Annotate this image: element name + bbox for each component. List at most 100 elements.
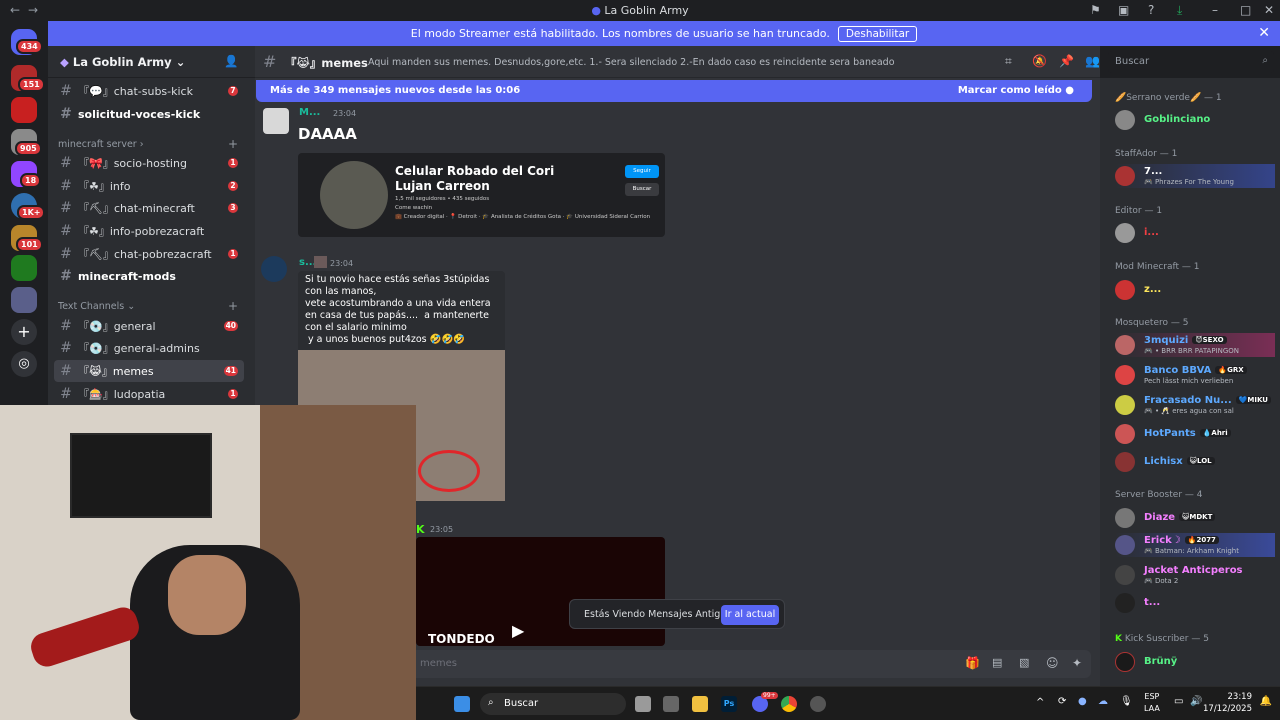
- volume-icon[interactable]: 🔊: [1190, 696, 1202, 707]
- category-minecraft-server[interactable]: minecraft server › +: [58, 137, 238, 151]
- download-icon[interactable]: ⤓: [1177, 3, 1182, 18]
- server-tag: 😺MDKT: [1179, 513, 1216, 521]
- role-header: StaffAdor — 1: [1115, 149, 1178, 159]
- gift-icon[interactable]: 🎁: [965, 656, 980, 670]
- maximize-icon[interactable]: □: [1240, 3, 1251, 17]
- help-icon[interactable]: ?: [1148, 3, 1154, 17]
- author-name[interactable]: M...: [299, 107, 320, 118]
- add-server-icon[interactable]: +: [11, 319, 37, 345]
- image-attachment[interactable]: Celular Robado del Cori Lujan Carreon 1,…: [298, 153, 665, 237]
- avatar: [1115, 223, 1135, 243]
- pin-icon[interactable]: 📌: [1059, 54, 1074, 68]
- timestamp: 23:04: [330, 259, 354, 268]
- onedrive-icon[interactable]: ☁: [1098, 696, 1108, 707]
- gif-icon[interactable]: ▤: [992, 656, 1002, 669]
- category-text-channels[interactable]: Text Channels ⌄ +: [58, 299, 238, 313]
- add-channel-icon[interactable]: +: [228, 137, 238, 151]
- mute-bell-icon[interactable]: 🔕: [1032, 54, 1047, 68]
- hash-icon: #: [60, 318, 72, 334]
- member-row[interactable]: Goblinciano: [1115, 108, 1275, 132]
- channel-memes[interactable]: # 『😹』memes 41: [54, 360, 244, 382]
- taskbar-search[interactable]: ⌕ Buscar: [480, 693, 626, 715]
- server-boost-icon: ◆: [60, 55, 69, 69]
- new-messages-bar[interactable]: Más de 349 mensajes nuevos desde las 0:0…: [256, 80, 1092, 102]
- channel-chat-subs-kick[interactable]: # 『💬』chat-subs-kick 7: [54, 80, 244, 102]
- channel-topic[interactable]: Aqui manden sus memes. Desnudos,gore,etc…: [368, 57, 895, 68]
- microphone-icon[interactable]: 🎙: [1120, 696, 1133, 707]
- quick-switch-icon[interactable]: ▣: [1118, 3, 1129, 17]
- kick-icon: K: [1115, 634, 1122, 644]
- task-view-icon[interactable]: [635, 696, 651, 712]
- member-row[interactable]: Brünÿ: [1115, 650, 1275, 674]
- photoshop-icon[interactable]: Ps: [721, 696, 737, 712]
- member-row[interactable]: Lichisx 😺LOL: [1115, 450, 1275, 474]
- channel-general[interactable]: # 『💿』general 40: [54, 315, 244, 337]
- emoji-icon[interactable]: ☺: [1046, 656, 1059, 670]
- member-list-icon[interactable]: 👥: [1085, 54, 1100, 68]
- channel-solicitud-voces-kick[interactable]: # solicitud-voces-kick: [54, 103, 244, 125]
- member-row[interactable]: Fracasado Nu... 💙MIKU 🎮 • 🥂 eres agua con …: [1115, 393, 1275, 417]
- member-row[interactable]: i...: [1115, 221, 1275, 245]
- sticker-icon[interactable]: ▧: [1019, 656, 1029, 669]
- tray-app-icon[interactable]: ●: [1078, 696, 1087, 707]
- tray-chevron-icon[interactable]: ^: [1036, 697, 1044, 708]
- server-badge: 1K+: [17, 205, 46, 220]
- avatar: [1115, 110, 1135, 130]
- member-name: Fracasado Nu... 💙MIKU: [1144, 395, 1271, 406]
- member-row[interactable]: Diaze 😺MDKT: [1115, 506, 1275, 530]
- app-icon[interactable]: [663, 696, 679, 712]
- close-window-icon[interactable]: ✕: [1264, 3, 1274, 17]
- play-icon[interactable]: ▶: [512, 621, 524, 640]
- server-header[interactable]: ◆ La Goblin Army ⌄ 👤: [48, 46, 255, 78]
- clock[interactable]: 23:19 17/12/2025: [1203, 691, 1252, 715]
- mark-as-read-button[interactable]: Marcar como leído ●: [958, 85, 1074, 96]
- member-row[interactable]: 7... 🎮 Phrazes For The Young: [1115, 164, 1275, 188]
- taskbar-search-label: Buscar: [504, 698, 539, 709]
- language-indicator[interactable]: ESP LAA: [1144, 691, 1160, 715]
- search-input[interactable]: Buscar ⌕: [1108, 51, 1274, 73]
- disable-streamer-button[interactable]: Deshabilitar: [837, 25, 918, 42]
- member-row[interactable]: 3mquizi 😈SEXO 🎮 • BRR BRR PATAPINGON: [1115, 333, 1275, 357]
- file-explorer-icon[interactable]: [692, 696, 708, 712]
- threads-icon[interactable]: ⌗: [1005, 54, 1012, 69]
- server-icon[interactable]: [11, 255, 37, 281]
- network-icon[interactable]: ▭: [1174, 696, 1183, 707]
- member-row[interactable]: t...: [1115, 591, 1275, 615]
- channel-ludopatia[interactable]: # 『🎰』ludopatia 1: [54, 383, 244, 405]
- chrome-icon[interactable]: [781, 696, 797, 712]
- app-icon[interactable]: [810, 696, 826, 712]
- follow-button: Seguir: [625, 165, 659, 178]
- member-row[interactable]: Banco BBVA 🔥GRX Pech lässt mich verlieben: [1115, 363, 1275, 387]
- avatar[interactable]: [261, 256, 287, 282]
- member-row[interactable]: z...: [1115, 278, 1275, 302]
- channel-chat-minecraft[interactable]: # 『⛏』chat-minecraft 3: [54, 197, 244, 219]
- notifications-icon[interactable]: 🔔: [1260, 696, 1272, 707]
- windows-start-icon[interactable]: [454, 696, 470, 712]
- server-icon[interactable]: [11, 287, 37, 313]
- minimize-icon[interactable]: –: [1212, 3, 1218, 17]
- channel-general-admins[interactable]: # 『💿』general-admins: [54, 337, 244, 359]
- tray-app-icon[interactable]: ⟳: [1058, 696, 1066, 707]
- inbox-icon[interactable]: ⚑: [1090, 3, 1101, 17]
- channel-chat-pobrezacraft[interactable]: # 『⛏』chat-pobrezacraft 1: [54, 243, 244, 265]
- channel-minecraft-mods[interactable]: # minecraft-mods: [54, 265, 244, 287]
- unread-badge: 1: [228, 249, 238, 259]
- discover-icon[interactable]: ◎: [11, 351, 37, 377]
- hash-icon: #: [60, 106, 72, 122]
- add-channel-icon[interactable]: +: [228, 299, 238, 313]
- video-attachment[interactable]: TONDEDO ▶: [416, 537, 665, 646]
- close-banner-icon[interactable]: ✕: [1258, 25, 1270, 41]
- avatar: [1115, 424, 1135, 444]
- avatar: [1115, 335, 1135, 355]
- jump-to-present-button[interactable]: Ir al actual: [721, 605, 779, 625]
- member-row[interactable]: HotPants 💧Ahri: [1115, 422, 1275, 446]
- channel-info[interactable]: # 『☘』info 2: [54, 175, 244, 197]
- member-row[interactable]: Jacket Anticperos 🎮 Dota 2: [1115, 563, 1275, 587]
- member-row[interactable]: Erick☽ 🔥2077 🎮 Batman: Arkham Knight: [1115, 533, 1275, 557]
- apps-icon[interactable]: ✦: [1072, 656, 1082, 670]
- server-icon[interactable]: [11, 97, 37, 123]
- channel-info-pobrezacraft[interactable]: # 『☘』info-pobrezacraft: [54, 220, 244, 242]
- avatar[interactable]: [263, 108, 289, 134]
- channel-socio-hosting[interactable]: # 『🎀』socio-hosting 1: [54, 152, 244, 174]
- invite-people-icon[interactable]: 👤: [224, 54, 238, 68]
